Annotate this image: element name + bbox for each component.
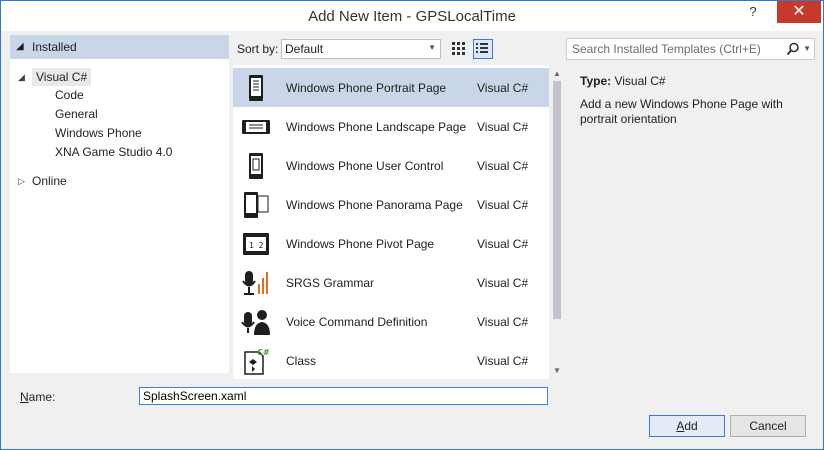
template-name: Windows Phone Landscape Page	[286, 120, 467, 134]
template-row-srgs-grammar[interactable]: SRGS Grammar Visual C#	[233, 263, 549, 302]
search-input[interactable]: Search Installed Templates (Ctrl+E)	[572, 42, 761, 56]
list-view-button[interactable]	[473, 39, 493, 59]
template-language: Visual C#	[477, 237, 529, 251]
user-control-icon	[249, 153, 263, 179]
tree-item-visual-csharp[interactable]: Visual C#	[32, 68, 92, 86]
csharp-class-icon: C#	[244, 348, 270, 375]
type-value: Visual C#	[614, 74, 666, 88]
panorama-page-icon	[244, 192, 269, 218]
search-templates-box[interactable]: Search Installed Templates (Ctrl+E) ▼	[566, 38, 815, 60]
template-name: SRGS Grammar	[286, 276, 375, 290]
template-name: Windows Phone Pivot Page	[286, 237, 435, 251]
list-view-icon	[476, 43, 488, 53]
sort-by-label: Sort by:	[237, 42, 279, 56]
template-description: Add a new Windows Phone Page with portra…	[580, 97, 783, 126]
close-button[interactable]: ✕	[777, 1, 821, 23]
help-button[interactable]: ?	[741, 1, 765, 23]
template-type-line: Type: Visual C#	[580, 74, 666, 88]
voice-command-icon	[241, 310, 270, 335]
template-language: Visual C#	[477, 354, 529, 368]
tree-item-xna-game-studio[interactable]: XNA Game Studio 4.0	[55, 145, 172, 159]
template-row-voice-command[interactable]: Voice Command Definition Visual C#	[233, 302, 549, 341]
template-name: Windows Phone User Control	[286, 159, 444, 173]
template-category-tree: ◢ Installed ◢ Visual C# Code General Win…	[10, 35, 229, 373]
small-icons-view-button[interactable]	[449, 39, 467, 57]
scrollbar-thumb[interactable]	[553, 81, 561, 319]
sort-by-select[interactable]: Default ▼	[281, 39, 441, 59]
scroll-down-arrow-icon[interactable]: ▼	[553, 366, 561, 375]
chevron-down-icon: ▼	[428, 43, 436, 52]
name-label-rest: ame:	[28, 390, 56, 404]
template-row-user-control[interactable]: Windows Phone User Control Visual C#	[233, 146, 549, 185]
name-label-accesskey: N	[20, 390, 29, 404]
dialog-footer: Name: Add Cancel	[1, 379, 823, 449]
tree-item-installed[interactable]: ◢ Installed	[10, 35, 229, 59]
template-list-scrollbar[interactable]: ▲ ▼	[549, 65, 565, 379]
installed-label: Installed	[32, 40, 77, 54]
srgs-grammar-icon	[242, 271, 268, 295]
name-label: Name:	[20, 390, 55, 404]
template-language: Visual C#	[477, 198, 529, 212]
expanded-arrow-icon[interactable]: ◢	[18, 72, 25, 83]
svg-text:1 2: 1 2	[249, 241, 264, 250]
scroll-up-arrow-icon[interactable]: ▲	[553, 69, 561, 78]
template-row-pivot-page[interactable]: 1 2 Windows Phone Pivot Page Visual C#	[233, 224, 549, 263]
svg-text:C#: C#	[257, 348, 270, 357]
template-row-landscape-page[interactable]: Windows Phone Landscape Page Visual C#	[233, 107, 549, 146]
title-bar: Add New Item - GPSLocalTime ? ✕	[1, 1, 823, 31]
collapsed-arrow-icon[interactable]: ▷	[18, 176, 25, 187]
tree-item-online[interactable]: Online	[32, 174, 67, 188]
phone-portrait-icon	[249, 75, 263, 101]
template-row-panorama-page[interactable]: Windows Phone Panorama Page Visual C#	[233, 185, 549, 224]
name-input[interactable]	[139, 387, 548, 405]
template-name: Class	[286, 354, 317, 368]
add-button-label: dd	[684, 419, 698, 433]
template-language: Visual C#	[477, 159, 529, 173]
template-details-panel: Type: Visual C# Add a new Windows Phone …	[571, 65, 811, 379]
template-name: Voice Command Definition	[286, 315, 428, 329]
sort-by-value: Default	[285, 42, 324, 56]
template-row-portrait-page[interactable]: Windows Phone Portrait Page Visual C#	[233, 68, 549, 107]
template-name: Windows Phone Panorama Page	[286, 198, 463, 212]
template-language: Visual C#	[477, 120, 529, 134]
pivot-page-icon: 1 2	[243, 233, 269, 255]
add-button[interactable]: Add	[649, 415, 725, 437]
template-language: Visual C#	[477, 276, 529, 290]
template-name: Windows Phone Portrait Page	[286, 81, 447, 95]
template-language: Visual C#	[477, 315, 529, 329]
add-new-item-dialog: Add New Item - GPSLocalTime ? ✕ ◢ Instal…	[0, 0, 824, 450]
search-icon[interactable]	[786, 40, 800, 59]
window-title: Add New Item - GPSLocalTime	[308, 8, 516, 25]
tree-item-windows-phone[interactable]: Windows Phone	[55, 126, 142, 140]
search-options-chevron-icon[interactable]: ▼	[803, 44, 811, 53]
expanded-arrow-icon[interactable]: ◢	[16, 41, 24, 52]
phone-landscape-icon	[242, 120, 270, 134]
grid-view-icon	[452, 42, 465, 55]
template-language: Visual C#	[477, 81, 529, 95]
type-label: Type:	[580, 74, 612, 88]
tree-item-code[interactable]: Code	[55, 88, 84, 102]
template-row-class[interactable]: C# Class Visual C#	[233, 341, 549, 379]
tree-item-general[interactable]: General	[55, 107, 98, 121]
cancel-button[interactable]: Cancel	[730, 415, 806, 437]
template-list: Windows Phone Portrait Page Visual C# Wi…	[233, 65, 549, 379]
